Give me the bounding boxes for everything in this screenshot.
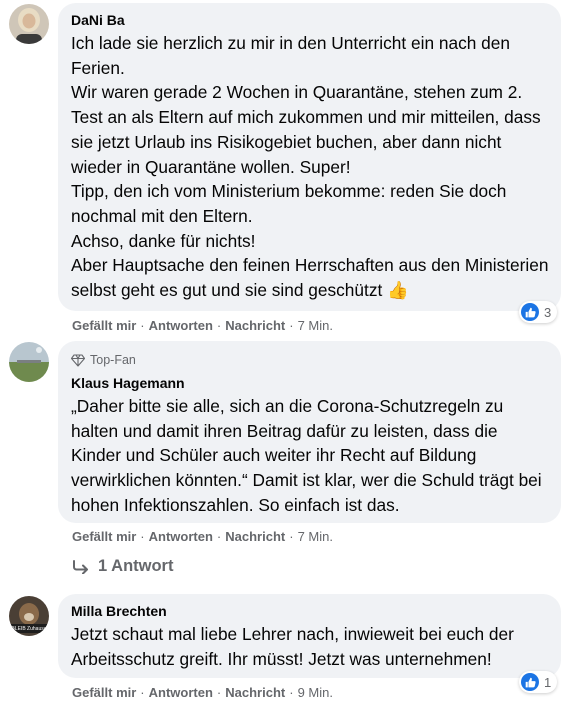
avatar-caption: BLEIB Zuhause xyxy=(11,626,46,632)
diamond-icon xyxy=(71,353,85,367)
timestamp[interactable]: 7 Min. xyxy=(298,529,333,544)
separator: · xyxy=(140,529,145,544)
timestamp[interactable]: 9 Min. xyxy=(298,685,333,700)
reply-button[interactable]: Antworten xyxy=(149,318,213,333)
timestamp[interactable]: 7 Min. xyxy=(298,318,333,333)
message-button[interactable]: Nachricht xyxy=(225,318,285,333)
replies-count: 1 Antwort xyxy=(98,557,174,575)
comment-actions: Gefällt mir · Antworten · Nachricht · 7 Min. xyxy=(72,529,333,545)
avatar[interactable]: BLEIB Zuhause xyxy=(9,596,49,636)
badge-label: Top-Fan xyxy=(90,353,136,367)
comment-author[interactable]: DaNi Ba xyxy=(71,11,549,29)
comment-line: Aber Hauptsache den feinen Herrschaften … xyxy=(71,253,549,302)
comment-text: „Daher bitte sie alle, sich an die Coron… xyxy=(71,394,549,518)
comment-text: Jetzt schaut mal liebe Lehrer nach, inwi… xyxy=(71,622,549,671)
message-button[interactable]: Nachricht xyxy=(225,529,285,544)
comment-line: Jetzt schaut mal liebe Lehrer nach, inwi… xyxy=(71,624,514,669)
separator: · xyxy=(289,318,294,333)
comment-bubble: DaNi Ba Ich lade sie herzlich zu mir in … xyxy=(58,3,561,311)
separator: · xyxy=(216,529,222,544)
separator: · xyxy=(216,318,222,333)
reaction-count: 3 xyxy=(544,304,552,320)
reaction-count: 1 xyxy=(544,674,552,690)
thumbs-up-emoji: 👍 xyxy=(387,280,409,301)
reply-arrow-icon xyxy=(73,559,88,574)
comment-line-text: Aber Hauptsache den feinen Herrschaften … xyxy=(71,255,549,301)
reaction-summary[interactable]: 1 xyxy=(519,671,558,693)
message-button[interactable]: Nachricht xyxy=(225,685,285,700)
reply-button[interactable]: Antworten xyxy=(149,529,213,544)
comment-bubble: Top-Fan Klaus Hagemann „Daher bitte sie … xyxy=(58,341,561,523)
reply-button[interactable]: Antworten xyxy=(149,685,213,700)
separator: · xyxy=(289,529,294,544)
separator: · xyxy=(216,685,222,700)
like-reaction-icon xyxy=(521,303,539,321)
like-button[interactable]: Gefällt mir xyxy=(72,318,136,333)
comment-author[interactable]: Klaus Hagemann xyxy=(71,374,549,392)
like-reaction-icon xyxy=(521,673,539,691)
comment-actions: Gefällt mir · Antworten · Nachricht · 9 Min. xyxy=(72,685,333,701)
avatar[interactable] xyxy=(9,4,49,44)
separator: · xyxy=(140,318,145,333)
separator: · xyxy=(140,685,145,700)
comment-text: Ich lade sie herzlich zu mir in den Unte… xyxy=(71,31,549,303)
view-replies-button[interactable]: 1 Antwort xyxy=(72,557,173,576)
like-button[interactable]: Gefällt mir xyxy=(72,529,136,544)
avatar[interactable] xyxy=(9,342,49,382)
comment-line: Ich lade sie herzlich zu mir in den Unte… xyxy=(71,33,510,78)
comment-line: Tipp, den ich vom Ministerium bekomme: r… xyxy=(71,181,507,226)
top-fan-badge: Top-Fan xyxy=(71,351,549,369)
separator: · xyxy=(289,685,294,700)
comment-line: Achso, danke für nichts! xyxy=(71,230,256,251)
comment-line: „Daher bitte sie alle, sich an die Coron… xyxy=(71,396,542,515)
comment-line: Wir waren gerade 2 Wochen in Quarantäne,… xyxy=(71,82,541,177)
reaction-summary[interactable]: 3 xyxy=(519,301,558,323)
comment-actions: Gefällt mir · Antworten · Nachricht · 7 Min. xyxy=(72,318,333,334)
comment-author[interactable]: Milla Brechten xyxy=(71,602,549,620)
like-button[interactable]: Gefällt mir xyxy=(72,685,136,700)
comment-bubble: Milla Brechten Jetzt schaut mal liebe Le… xyxy=(58,594,561,678)
